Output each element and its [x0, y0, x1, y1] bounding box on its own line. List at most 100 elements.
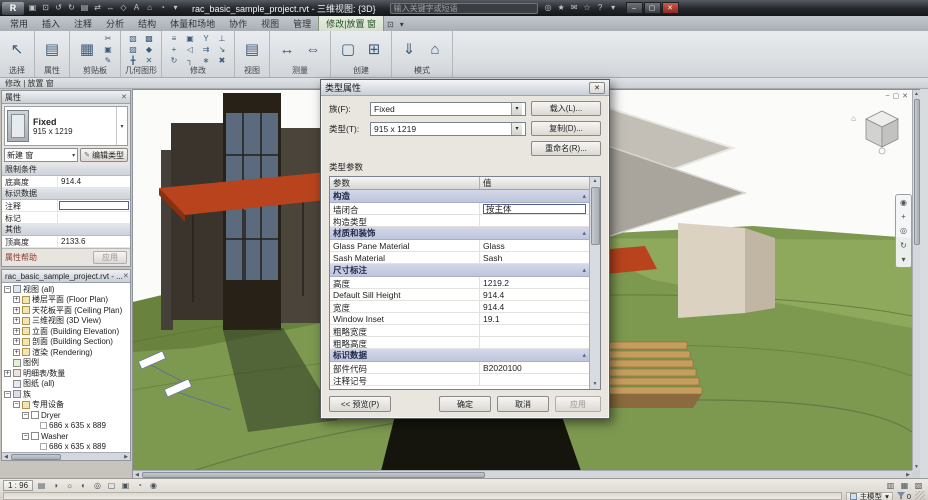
- dimension-icon[interactable]: ⇔: [301, 33, 325, 65]
- temporary-hide-isolate-icon[interactable]: ◔: [133, 480, 146, 491]
- tree-expander-icon[interactable]: −: [4, 390, 11, 398]
- tree-item[interactable]: 图纸 (all): [23, 378, 55, 389]
- paint-icon[interactable]: ◆: [142, 44, 156, 54]
- join-geometry-icon[interactable]: ▨: [126, 44, 140, 54]
- tree-expander-icon[interactable]: −: [4, 285, 11, 293]
- cancel-button[interactable]: 取消: [497, 396, 549, 412]
- param-value-cell[interactable]: 914.4: [480, 301, 589, 312]
- reveal-hidden-elements-icon[interactable]: ◉: [147, 480, 160, 491]
- measure-icon[interactable]: ⇄: [91, 1, 104, 15]
- ribbon-tab-7[interactable]: 协作: [222, 15, 254, 31]
- design-options-dropdown[interactable]: 主模型 ▾: [845, 491, 893, 500]
- qat-dropdown-icon[interactable]: ▾: [169, 1, 182, 15]
- tree-item[interactable]: 明细表/数量: [23, 368, 65, 379]
- offset-icon[interactable]: ⇉: [199, 44, 213, 54]
- pin-icon[interactable]: ▴: [582, 351, 586, 359]
- prop-value[interactable]: [58, 212, 130, 223]
- shadows-icon[interactable]: ◐: [77, 480, 90, 491]
- thin-lines-icon[interactable]: ▤: [240, 33, 264, 65]
- dialog-apply-button[interactable]: 应用: [555, 396, 601, 412]
- home-icon[interactable]: ⌂: [851, 114, 856, 123]
- prop-group-header[interactable]: 其他: [2, 224, 130, 236]
- measure-between-icon[interactable]: ↔: [275, 33, 299, 65]
- view-close-icon[interactable]: ✕: [902, 92, 908, 100]
- duplicate-button[interactable]: 复制(D)...: [531, 121, 601, 136]
- param-value-cell[interactable]: 914.4: [480, 289, 589, 300]
- tree-item[interactable]: 渲染 (Rendering): [32, 347, 92, 358]
- param-group-row[interactable]: 标识数据 ▴: [330, 349, 589, 362]
- tree-expander-icon[interactable]: +: [13, 317, 20, 325]
- param-group-row[interactable]: 构造 ▴: [330, 190, 589, 203]
- param-value-cell[interactable]: [480, 215, 589, 226]
- preview-button[interactable]: << 预览(P): [329, 396, 391, 412]
- tree-expander-icon[interactable]: +: [4, 369, 11, 377]
- mirror-icon[interactable]: ◁: [183, 44, 197, 54]
- param-value-input[interactable]: 按主体: [483, 203, 586, 214]
- redo-icon[interactable]: ↻: [65, 1, 78, 15]
- tree-item[interactable]: 天花板平面 (Ceiling Plan): [32, 305, 122, 316]
- param-group-row[interactable]: 材质和装饰 ▴: [330, 227, 589, 240]
- scrollbar-thumb[interactable]: [142, 471, 486, 478]
- tree-item[interactable]: 剖面 (Building Section): [32, 336, 113, 347]
- ribbon-tab-4[interactable]: 分析: [99, 15, 131, 31]
- param-value-cell[interactable]: [480, 325, 589, 336]
- worksharing-display-icon[interactable]: ▥: [884, 480, 897, 491]
- dialog-close-button[interactable]: ✕: [589, 81, 605, 94]
- prop-group-header[interactable]: 标识数据: [2, 188, 130, 200]
- param-value-cell[interactable]: 19.1: [480, 313, 589, 324]
- restore-button[interactable]: ▢: [643, 2, 661, 14]
- close-icon[interactable]: ✕: [121, 93, 127, 101]
- tree-item[interactable]: 686 x 635 x 889: [49, 421, 106, 430]
- scroll-left-icon[interactable]: ◀: [133, 472, 141, 478]
- apply-button[interactable]: 应用: [93, 251, 127, 264]
- scrollbar-thumb[interactable]: [913, 99, 920, 245]
- scroll-right-icon[interactable]: ▶: [904, 472, 912, 478]
- table-vertical-scrollbar[interactable]: ▲ ▼: [589, 177, 600, 389]
- pin-icon[interactable]: ▴: [582, 192, 586, 200]
- browser-horizontal-scrollbar[interactable]: ◀ ▶: [2, 452, 130, 460]
- modify-arrow-icon[interactable]: ↖: [5, 33, 29, 65]
- param-value-cell[interactable]: 1219.2: [480, 277, 589, 288]
- project-browser-header[interactable]: rac_basic_sample_project.rvt - ... ✕: [2, 270, 130, 283]
- ok-button[interactable]: 确定: [439, 396, 491, 412]
- pin-icon[interactable]: ▴: [582, 229, 586, 237]
- in-place-model-icon[interactable]: ⌂: [423, 33, 447, 65]
- tree-item[interactable]: 立面 (Building Elevation): [32, 326, 119, 337]
- type-selector[interactable]: Fixed 915 x 1219 ▾: [4, 106, 128, 146]
- cut-geometry-icon[interactable]: ▧: [126, 33, 140, 43]
- canvas-vertical-scrollbar[interactable]: ▲ ▼: [912, 90, 920, 471]
- rendering-dialog-icon[interactable]: ◎: [91, 480, 104, 491]
- search-icon[interactable]: ◎: [542, 1, 555, 15]
- pan-hand-icon[interactable]: +: [901, 212, 906, 221]
- application-menu-button[interactable]: R: [2, 1, 24, 15]
- communication-center-icon[interactable]: ✉: [568, 1, 581, 15]
- cut-icon[interactable]: ✂: [101, 33, 115, 43]
- tree-item[interactable]: 686 x 635 x 889: [49, 442, 106, 451]
- editable-only-icon[interactable]: ▦: [898, 480, 911, 491]
- view-scale-control[interactable]: 1 : 96: [3, 479, 34, 491]
- prop-value[interactable]: [59, 201, 129, 210]
- align-icon[interactable]: ≡: [167, 33, 181, 43]
- navigation-wheel-icon[interactable]: ◉: [900, 198, 907, 207]
- close-button[interactable]: ✕: [661, 2, 679, 14]
- ribbon-tab-2[interactable]: 插入: [35, 15, 67, 31]
- subscription-center-icon[interactable]: ★: [555, 1, 568, 15]
- resize-grip[interactable]: [915, 491, 925, 500]
- properties-palette-header[interactable]: 属性 ✕: [2, 91, 130, 104]
- help-dropdown-icon[interactable]: ▾: [607, 1, 620, 15]
- pin-icon[interactable]: ▴: [582, 266, 586, 274]
- param-group-row[interactable]: 尺寸标注 ▴: [330, 264, 589, 277]
- cope-icon[interactable]: ▩: [142, 33, 156, 43]
- create-group-icon[interactable]: ▢: [336, 33, 360, 65]
- view-minimize-icon[interactable]: –: [886, 92, 890, 100]
- tree-item[interactable]: 楼层平面 (Floor Plan): [32, 294, 108, 305]
- print-icon[interactable]: ▤: [78, 1, 91, 15]
- trim-icon[interactable]: ┐: [183, 55, 197, 65]
- scrollbar-thumb[interactable]: [11, 453, 62, 460]
- ribbon-tab-9[interactable]: 管理: [286, 15, 318, 31]
- ribbon-minimize-toggle[interactable]: ⊡: [384, 18, 397, 31]
- ribbon-minimize-dropdown[interactable]: ▾: [397, 18, 407, 31]
- ribbon-tab-5[interactable]: 结构: [131, 15, 163, 31]
- visual-style-icon[interactable]: ◑: [49, 480, 62, 491]
- prop-group-header[interactable]: 限制条件: [2, 164, 130, 176]
